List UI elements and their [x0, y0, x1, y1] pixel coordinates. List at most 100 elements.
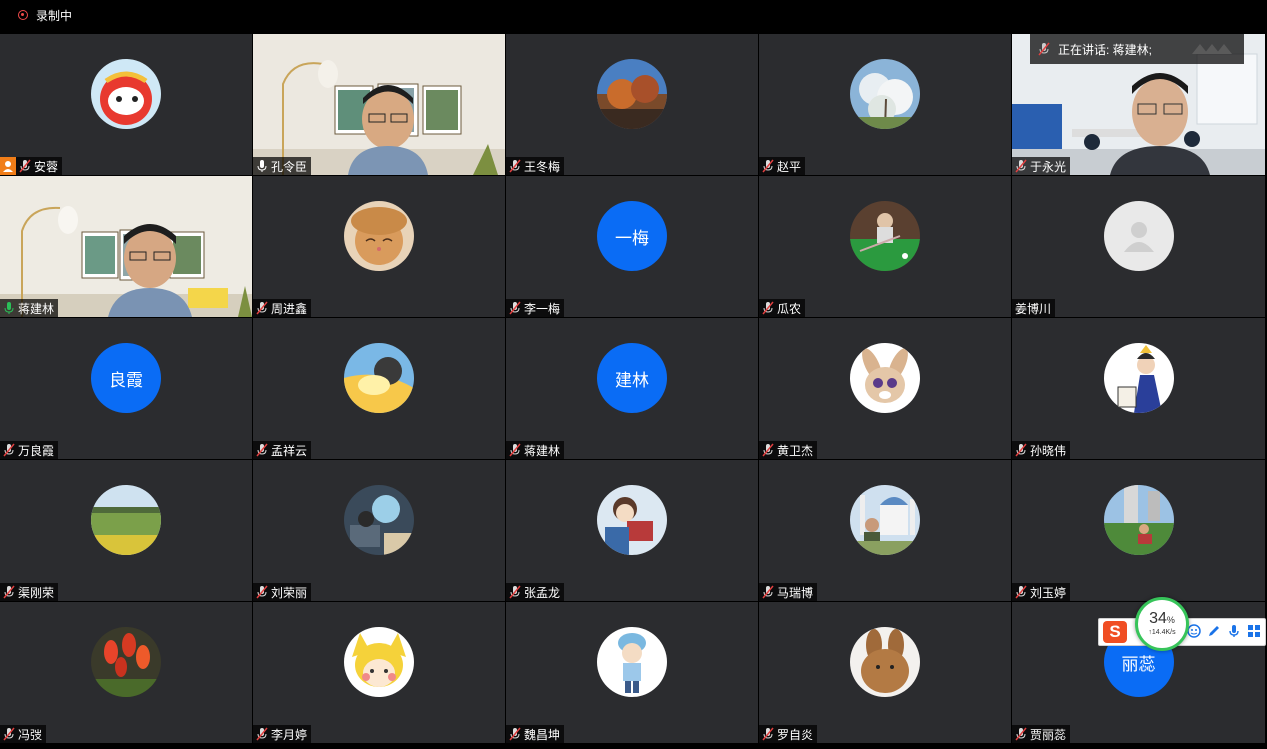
muted-mic-icon [762, 727, 774, 741]
muted-mic-icon [762, 585, 774, 599]
participant-tile[interactable]: 姜博川 [1012, 176, 1265, 317]
participant-tile[interactable]: 渠刚荣 [0, 460, 252, 601]
participant-name-bar: 安蓉 [0, 157, 63, 175]
participant-tile[interactable]: 安蓉 [0, 34, 252, 175]
muted-mic-icon [509, 159, 521, 173]
muted-mic-icon [762, 301, 774, 315]
muted-mic-icon [762, 443, 774, 457]
default-user-avatar [1103, 201, 1174, 271]
muted-mic-icon [1038, 42, 1050, 56]
participant-name-bar: 罗自炎 [759, 725, 818, 743]
participant-name-bar: 王冬梅 [506, 157, 565, 175]
participant-tile[interactable]: 黄卫杰 [759, 318, 1011, 459]
participant-tile[interactable]: 李月婷 [253, 602, 505, 743]
participant-avatar [850, 343, 920, 413]
participant-video [0, 176, 252, 317]
sogou-logo-icon[interactable]: S [1103, 621, 1127, 643]
participant-name: 蒋建林 [524, 443, 561, 458]
record-icon [18, 10, 28, 20]
participant-tile[interactable]: 冯弢 [0, 602, 252, 743]
participant-name: 刘玉婷 [1030, 585, 1067, 600]
recording-indicator[interactable]: 录制中 [12, 4, 81, 26]
participant-tile[interactable]: 孙晓伟 [1012, 318, 1265, 459]
participant-name-bar: 姜博川 [1012, 299, 1056, 317]
window-top-bar [0, 0, 1267, 34]
muted-mic-icon [19, 159, 31, 173]
participant-name: 马瑞博 [777, 585, 814, 600]
mic-icon [257, 160, 267, 172]
app-logo-icon [1192, 44, 1232, 54]
participant-tile[interactable]: 王冬梅 [506, 34, 758, 175]
participant-tile[interactable]: 建林 蒋建林 [506, 318, 758, 459]
muted-mic-icon [1015, 585, 1027, 599]
participant-tile[interactable]: 魏昌坤 [506, 602, 758, 743]
participant-avatar [850, 59, 920, 129]
participant-name-bar: 刘玉婷 [1012, 583, 1071, 601]
performance-monitor-ball[interactable]: 34% ↑14.4K/s [1135, 597, 1189, 651]
participant-tile[interactable]: 赵平 [759, 34, 1011, 175]
participant-name: 张孟龙 [524, 585, 561, 600]
participant-tile[interactable]: 良霞 万良霞 [0, 318, 252, 459]
muted-mic-icon [3, 585, 15, 599]
pen-icon[interactable] [1207, 624, 1221, 638]
participant-name: 刘荣丽 [271, 585, 308, 600]
participant-avatar [850, 201, 920, 271]
participant-avatar [344, 627, 414, 697]
speaking-indicator: 正在讲话: 蒋建林; [1030, 34, 1244, 64]
participant-name-bar: 马瑞博 [759, 583, 818, 601]
participant-avatar [344, 201, 414, 271]
participant-tile[interactable]: 张孟龙 [506, 460, 758, 601]
participant-tile[interactable]: 蒋建林 [0, 176, 252, 317]
participant-name: 万良霞 [18, 443, 55, 458]
participant-avatar [597, 485, 667, 555]
muted-mic-icon [762, 159, 774, 173]
participant-name-bar: 蒋建林 [506, 441, 565, 459]
participant-tile[interactable]: 一梅 李一梅 [506, 176, 758, 317]
participant-avatar [344, 343, 414, 413]
muted-mic-icon [1015, 443, 1027, 457]
participant-name: 孙晓伟 [1030, 443, 1067, 458]
participant-tile[interactable]: 刘玉婷 [1012, 460, 1265, 601]
participant-tile[interactable]: 刘荣丽 [253, 460, 505, 601]
participant-tile[interactable]: 孟祥云 [253, 318, 505, 459]
participant-tile[interactable]: 周进鑫 [253, 176, 505, 317]
participant-name-bar: 张孟龙 [506, 583, 565, 601]
voice-input-icon[interactable] [1227, 624, 1241, 638]
participant-name: 孟祥云 [271, 443, 308, 458]
participant-name: 李一梅 [524, 301, 561, 316]
participant-name: 贾丽蕊 [1030, 727, 1067, 742]
participant-name: 周进鑫 [271, 301, 308, 316]
participant-name-bar: 贾丽蕊 [1012, 725, 1071, 743]
participant-name: 黄卫杰 [777, 443, 814, 458]
speaking-label: 正在讲话: 蒋建林; [1058, 42, 1153, 57]
participant-name-bar: 万良霞 [0, 441, 59, 459]
muted-mic-icon [509, 443, 521, 457]
participant-name-bar: 瓜农 [759, 299, 806, 317]
participant-name: 孔令臣 [271, 159, 308, 174]
cpu-usage: 34% [1149, 610, 1175, 627]
participant-tile[interactable]: 孔令臣 [253, 34, 505, 175]
participant-tile[interactable]: 罗自炎 [759, 602, 1011, 743]
participant-tile[interactable]: 马瑞博 [759, 460, 1011, 601]
muted-mic-icon [509, 727, 521, 741]
muted-mic-icon [256, 727, 268, 741]
participant-tile[interactable]: 瓜农 [759, 176, 1011, 317]
participant-name: 王冬梅 [524, 159, 561, 174]
participant-avatar [344, 485, 414, 555]
participant-name-bar: 孟祥云 [253, 441, 312, 459]
participant-name-bar: 魏昌坤 [506, 725, 565, 743]
muted-mic-icon [1015, 159, 1027, 173]
muted-mic-icon [256, 585, 268, 599]
participant-name: 蒋建林 [18, 301, 55, 316]
participant-avatar [850, 627, 920, 697]
toolbox-icon[interactable] [1247, 624, 1261, 638]
participant-initials-avatar: 一梅 [597, 201, 667, 271]
emoji-icon[interactable] [1187, 624, 1201, 638]
participant-name: 李月婷 [271, 727, 308, 742]
participant-avatar [91, 627, 161, 697]
participant-name: 姜博川 [1015, 301, 1052, 316]
host-icon [0, 157, 16, 175]
muted-mic-icon [509, 301, 521, 315]
participant-initials-avatar: 建林 [597, 343, 667, 413]
participant-name-bar: 刘荣丽 [253, 583, 312, 601]
